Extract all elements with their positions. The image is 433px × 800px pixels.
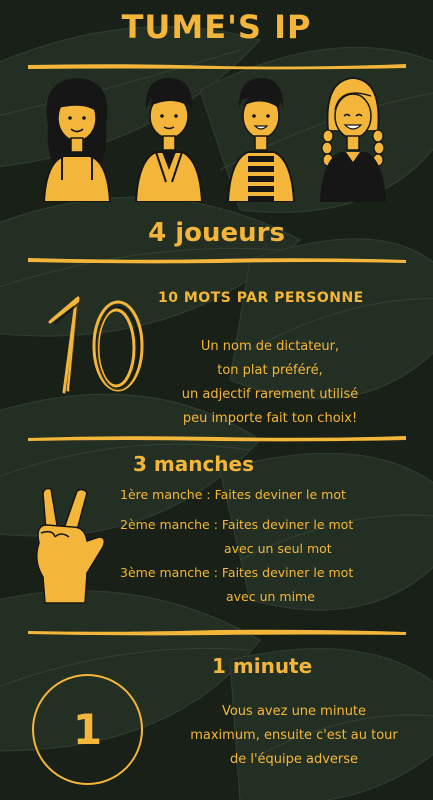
minute-line: maximum, ensuite c'est au tour xyxy=(190,728,398,743)
divider-stroke xyxy=(28,629,406,636)
words-heading: 10 MOTS PAR PERSONNE xyxy=(158,290,364,306)
words-line: un adjectif rarement utilisé xyxy=(181,387,359,402)
words-line: peu importe fait ton choix! xyxy=(182,411,358,426)
divider-stroke xyxy=(28,436,406,442)
page-title: TUME'S IP xyxy=(121,8,312,46)
player-avatar-icon xyxy=(42,78,112,202)
timer-number: 1 xyxy=(72,705,103,754)
round-line: avec un mime xyxy=(226,589,315,604)
divider-stroke xyxy=(28,64,406,70)
round-line: avec un seul mot xyxy=(224,541,332,556)
minute-line: de l'équipe adverse xyxy=(229,752,359,767)
infographic-page: TUME'S IP 4 joueurs 10 MOTS PAR PERSONNE… xyxy=(0,0,433,800)
round-line: 1ère manche : Faites deviner le mot xyxy=(120,487,346,502)
players-heading: 4 joueurs xyxy=(148,218,285,248)
minute-description: Vous avez une minute maximum, ensuite c'… xyxy=(185,700,403,772)
players-illustration xyxy=(40,70,386,202)
rounds-heading: 3 manches xyxy=(133,452,255,476)
words-description: Un nom de dictateur, ton plat préféré, u… xyxy=(170,335,370,431)
words-line: Un nom de dictateur, xyxy=(200,339,340,354)
round-line: 2ème manche : Faites deviner le mot xyxy=(120,517,354,532)
player-avatar-icon xyxy=(320,77,386,202)
minute-line: Vous avez une minute xyxy=(221,704,367,719)
rounds-description: 1ère manche : Faites deviner le mot 2ème… xyxy=(120,483,376,609)
ten-number-icon xyxy=(48,296,144,394)
peace-hand-icon xyxy=(36,487,106,604)
player-avatar-icon xyxy=(134,78,204,202)
words-line: ton plat préféré, xyxy=(217,363,323,378)
minute-heading: 1 minute xyxy=(212,654,313,678)
player-avatar-icon xyxy=(226,78,296,202)
round-line: 3ème manche : Faites deviner le mot xyxy=(120,565,354,580)
divider-stroke xyxy=(28,258,406,264)
